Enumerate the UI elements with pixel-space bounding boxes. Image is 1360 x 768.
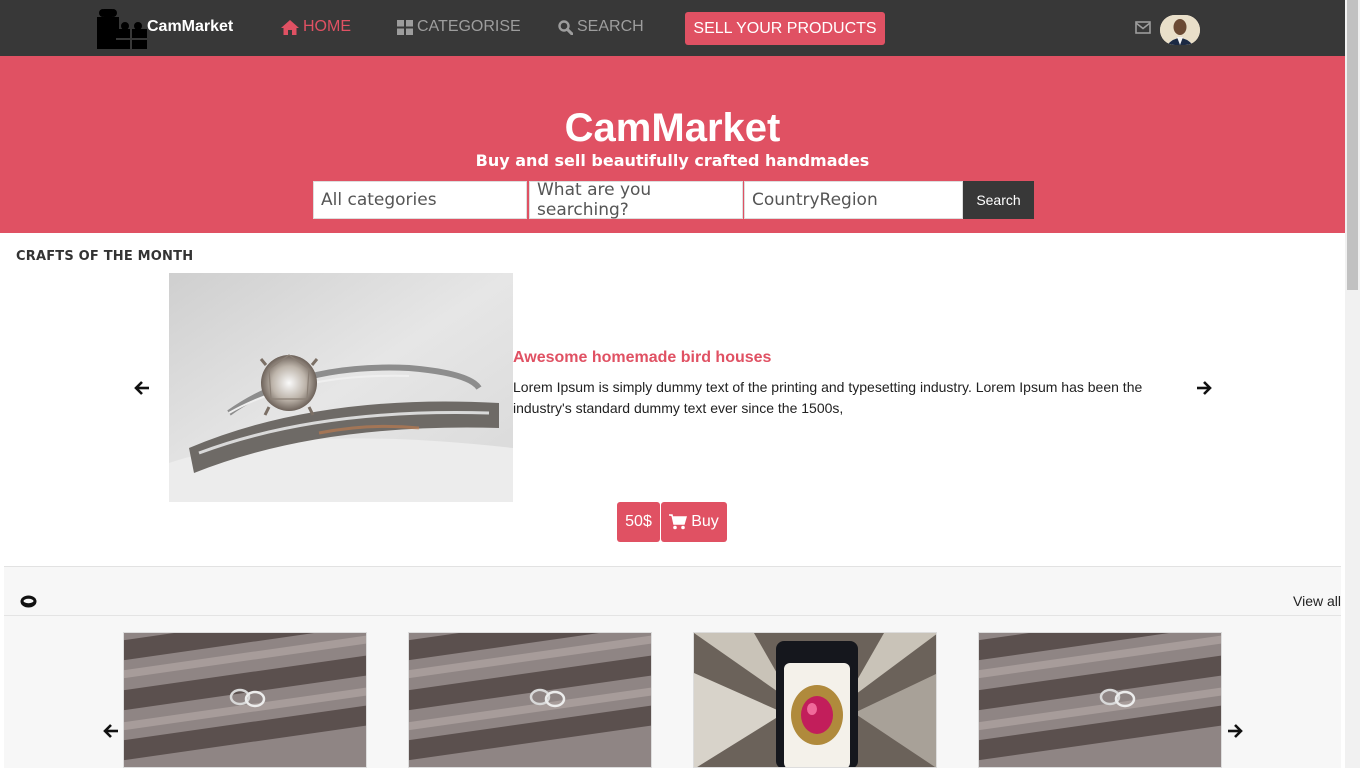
search-button[interactable]: Search bbox=[963, 181, 1034, 219]
ring-category-icon[interactable] bbox=[20, 595, 37, 608]
diamond-ring-photo bbox=[169, 273, 513, 502]
buy-button[interactable]: Buy bbox=[661, 502, 727, 542]
search-bar: All categories What are you searching? C… bbox=[313, 180, 1034, 220]
wedding-rings-photo bbox=[409, 633, 651, 767]
scrollbar-thumb[interactable] bbox=[1347, 0, 1358, 290]
price-badge: 50$ bbox=[617, 502, 660, 542]
nav-home[interactable]: HOME bbox=[281, 18, 351, 36]
arrow-right-icon[interactable] bbox=[1196, 380, 1212, 396]
arrow-left-icon[interactable] bbox=[134, 380, 150, 396]
logo[interactable]: CamMarket bbox=[96, 7, 233, 49]
strip-arrow-right-icon[interactable] bbox=[1227, 723, 1243, 739]
featured-product-title[interactable]: Awesome homemade bird houses bbox=[513, 349, 771, 367]
nav-home-label: HOME bbox=[303, 18, 351, 35]
product-card[interactable] bbox=[123, 632, 367, 768]
section-title: CRAFTS OF THE MONTH bbox=[16, 249, 194, 264]
strip-divider bbox=[4, 615, 1341, 616]
brand-name[interactable]: CamMarket bbox=[147, 18, 233, 36]
avatar-photo-icon bbox=[1160, 15, 1200, 45]
product-card[interactable] bbox=[978, 632, 1222, 768]
wedding-rings-photo bbox=[124, 633, 366, 767]
category-select[interactable]: All categories bbox=[313, 181, 527, 219]
featured-product-description: Lorem Ipsum is simply dummy text of the … bbox=[513, 379, 1143, 416]
wedding-rings-photo bbox=[979, 633, 1221, 767]
buy-label: Buy bbox=[691, 513, 719, 530]
hero-title: CamMarket bbox=[564, 106, 781, 150]
hero-banner: CamMarket Buy and sell beautifully craft… bbox=[0, 56, 1345, 233]
grid-icon bbox=[397, 19, 413, 35]
product-card[interactable] bbox=[408, 632, 652, 768]
nav-categorise[interactable]: CATEGORISE bbox=[397, 18, 521, 36]
search-icon bbox=[558, 19, 573, 35]
search-input[interactable]: What are you searching? bbox=[529, 180, 743, 220]
hero-subtitle: Buy and sell beautifully crafted handmad… bbox=[475, 151, 870, 170]
featured-product-image[interactable] bbox=[169, 273, 513, 502]
strip-arrow-left-icon[interactable] bbox=[103, 723, 119, 739]
envelope-icon[interactable] bbox=[1135, 21, 1151, 35]
user-avatar[interactable] bbox=[1160, 15, 1200, 45]
gift-logo-icon bbox=[97, 9, 147, 49]
product-card[interactable] bbox=[693, 632, 937, 768]
cart-icon bbox=[669, 514, 688, 530]
nav-search[interactable]: SEARCH bbox=[558, 18, 644, 36]
ruby-ring-photo bbox=[694, 633, 936, 767]
home-icon bbox=[281, 19, 299, 35]
page-scrollbar[interactable] bbox=[1345, 0, 1360, 768]
view-all-link[interactable]: View all bbox=[1293, 593, 1341, 609]
country-region-input[interactable]: CountryRegion bbox=[744, 181, 963, 219]
top-navbar: CamMarket HOME CATEGORISE SEARCH SELL YO… bbox=[0, 0, 1345, 56]
nav-categorise-label: CATEGORISE bbox=[417, 18, 521, 35]
nav-search-label: SEARCH bbox=[577, 18, 644, 35]
sell-products-button[interactable]: SELL YOUR PRODUCTS bbox=[685, 12, 885, 45]
